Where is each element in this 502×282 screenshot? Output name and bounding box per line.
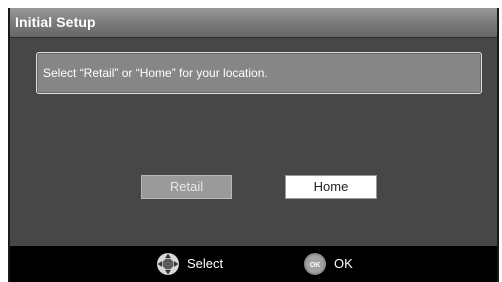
dialog-title: Initial Setup [15,14,96,30]
retail-option-button[interactable]: Retail [141,175,232,199]
title-bar: Initial Setup [10,8,497,38]
ok-hint-label: OK [334,256,353,271]
dpad-icon [156,252,180,276]
select-hint-label: Select [187,256,224,271]
ok-hint: OK OK [303,252,353,276]
instruction-text: Select “Retail” or “Home” for your locat… [43,66,268,80]
message-box: Select “Retail” or “Home” for your locat… [36,52,482,94]
ok-button-icon: OK [303,252,327,276]
footer-hint-bar: Select OK OK [10,246,497,282]
home-option-button[interactable]: Home [285,175,377,199]
ok-icon-text: OK [310,262,321,269]
select-hint: Select [156,252,224,276]
initial-setup-dialog: Initial Setup Select “Retail” or “Home” … [8,8,499,282]
